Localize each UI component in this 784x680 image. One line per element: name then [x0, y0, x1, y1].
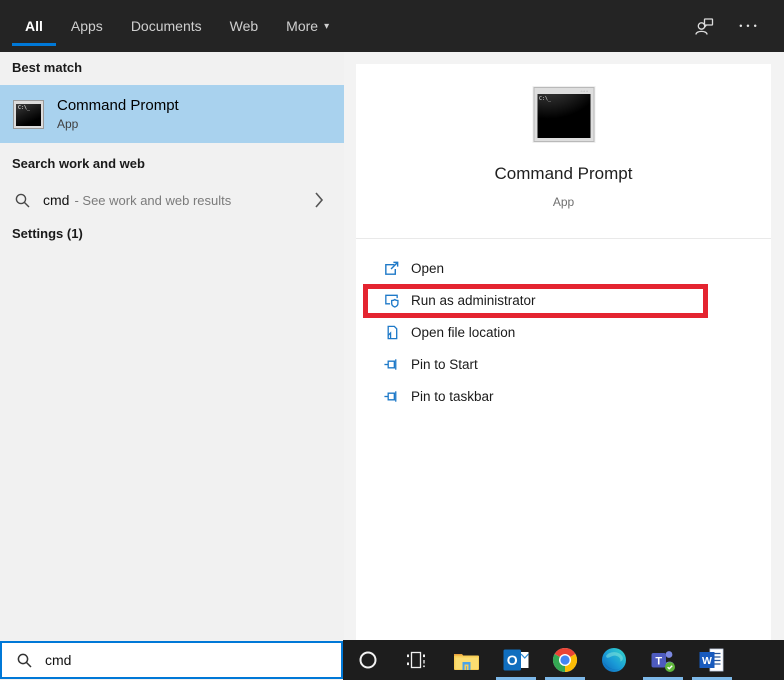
filter-tabs: All Apps Documents Web More ▾ [0, 0, 342, 52]
pin-icon [383, 388, 400, 405]
taskbar-chrome-button[interactable] [545, 640, 585, 680]
taskbar-word-button[interactable]: W [692, 640, 732, 680]
action-pin-to-start[interactable]: Pin to Start [356, 348, 771, 380]
outlook-icon: O [503, 647, 529, 673]
open-file-location-icon [383, 324, 400, 341]
action-open-label: Open [411, 261, 444, 276]
action-pin-to-taskbar[interactable]: Pin to taskbar [356, 380, 771, 412]
search-work-web-header: Search work and web [0, 156, 344, 171]
taskbar-search-box[interactable] [0, 641, 343, 679]
chevron-down-icon: ▾ [324, 21, 329, 32]
tab-more[interactable]: More ▾ [273, 0, 342, 52]
action-open-file-location-label: Open file location [411, 325, 515, 340]
chrome-icon [552, 647, 578, 673]
command-prompt-icon-large: ▫▫▫ C:\_ [533, 87, 594, 142]
svg-text:T: T [655, 656, 662, 668]
settings-header: Settings (1) [0, 226, 344, 241]
taskbar-edge-button[interactable] [594, 640, 634, 680]
result-title: Command Prompt [57, 97, 179, 114]
pin-icon [383, 356, 400, 373]
search-icon [16, 652, 33, 669]
action-open[interactable]: Open [356, 252, 771, 284]
cortana-icon [358, 650, 378, 670]
tab-apps[interactable]: Apps [58, 0, 116, 52]
tab-documents-label: Documents [131, 18, 202, 34]
action-pin-to-start-label: Pin to Start [411, 357, 478, 372]
result-subtitle: App [57, 117, 179, 131]
action-open-file-location[interactable]: Open file location [356, 316, 771, 348]
web-search-query: cmd [43, 192, 69, 208]
taskbar-cortana-button[interactable] [348, 640, 388, 680]
taskbar-teams-button[interactable]: T [643, 640, 683, 680]
result-command-prompt[interactable]: C:\_ Command Prompt App [0, 85, 344, 143]
tab-documents[interactable]: Documents [118, 0, 215, 52]
open-icon [383, 260, 400, 277]
run-as-admin-icon [383, 292, 400, 309]
search-filter-bar: All Apps Documents Web More ▾ [0, 0, 784, 52]
ellipsis-icon: ••• [739, 22, 760, 31]
app-title: Command Prompt [356, 164, 771, 184]
tab-apps-label: Apps [71, 18, 103, 34]
app-detail-card: ▫▫▫ C:\_ Command Prompt App Open [356, 64, 771, 640]
svg-text:W: W [702, 655, 712, 667]
taskbar: O [343, 640, 784, 680]
tab-web[interactable]: Web [217, 0, 272, 52]
taskbar-task-view-button[interactable] [397, 640, 437, 680]
file-explorer-icon [453, 649, 480, 671]
options-button[interactable]: ••• [738, 14, 762, 38]
action-run-as-administrator-label: Run as administrator [411, 293, 536, 308]
svg-text:O: O [507, 652, 518, 668]
tab-all[interactable]: All [12, 0, 56, 52]
tab-web-label: Web [230, 18, 259, 34]
start-search-flyout: All Apps Documents Web More ▾ [0, 0, 784, 680]
app-subtitle: App [356, 195, 771, 209]
edge-icon [601, 647, 627, 673]
tab-all-label: All [25, 18, 43, 34]
search-results-panel: Best match C:\_ Command Prompt App Searc… [0, 52, 344, 641]
action-run-as-administrator[interactable]: Run as administrator [356, 284, 771, 316]
feedback-button[interactable] [692, 14, 716, 38]
web-search-hint: - See work and web results [74, 193, 231, 208]
teams-icon: T [650, 647, 676, 673]
command-prompt-icon: C:\_ [13, 100, 44, 129]
tab-more-label: More [286, 18, 318, 34]
best-match-header: Best match [0, 60, 344, 75]
task-view-icon [406, 650, 428, 670]
taskbar-file-explorer-button[interactable] [446, 640, 486, 680]
taskbar-outlook-button[interactable]: O [496, 640, 536, 680]
chevron-right-icon[interactable] [314, 191, 324, 209]
feedback-icon [693, 15, 715, 37]
search-icon [14, 192, 31, 209]
divider [356, 238, 771, 239]
action-pin-to-taskbar-label: Pin to taskbar [411, 389, 494, 404]
search-input[interactable] [45, 652, 285, 668]
web-search-row[interactable]: cmd - See work and web results [0, 180, 344, 220]
preview-panel: ▫▫▫ C:\_ Command Prompt App Open [344, 52, 784, 640]
word-icon: W [699, 647, 725, 673]
action-list: Open Run as administrator [356, 252, 771, 412]
